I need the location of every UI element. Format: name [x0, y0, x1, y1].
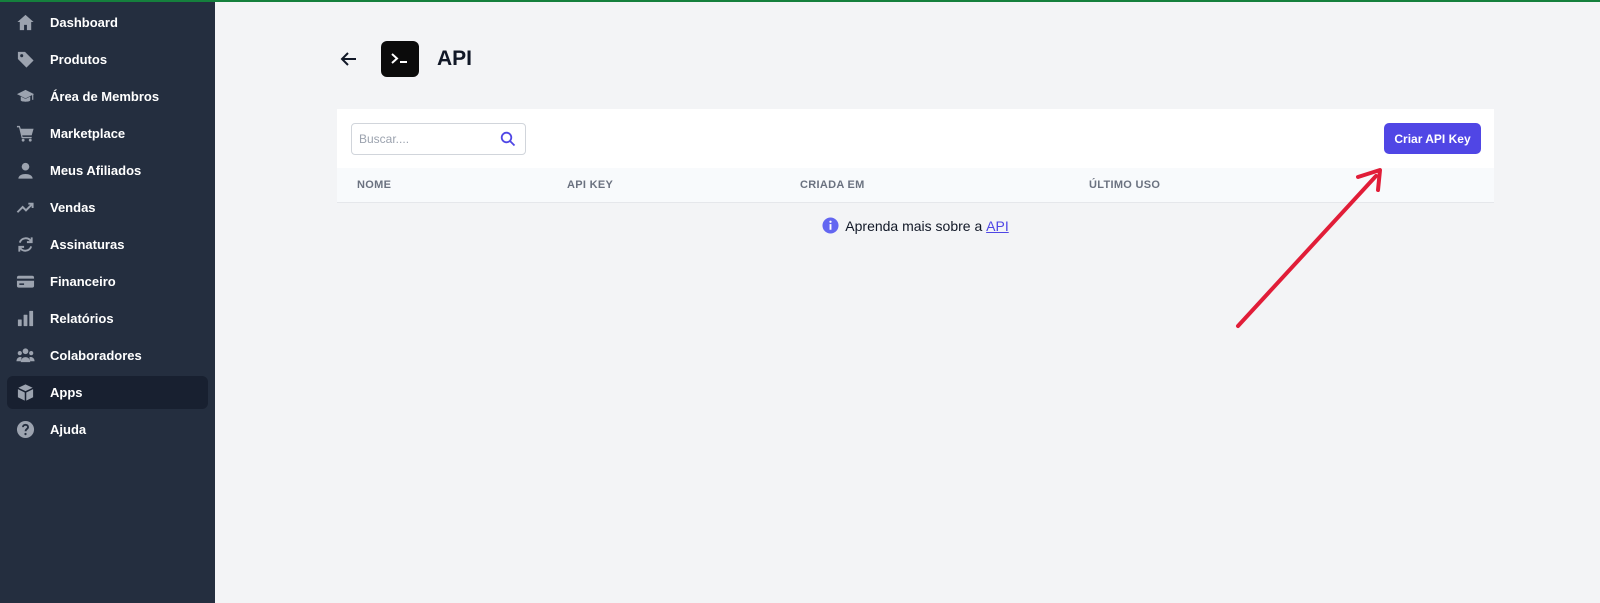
- search-box: [351, 123, 526, 155]
- info-text: Aprenda mais sobre a: [845, 217, 983, 234]
- page-header: API: [337, 40, 472, 78]
- sidebar-item-label: Dashboard: [50, 15, 118, 30]
- sidebar-item-label: Marketplace: [50, 126, 126, 141]
- sidebar-item-dashboard[interactable]: Dashboard: [7, 6, 208, 39]
- sidebar-item-label: Colaboradores: [50, 348, 142, 363]
- sidebar-item-financeiro[interactable]: Financeiro: [7, 265, 208, 298]
- terminal-icon: [381, 41, 419, 77]
- column-header-ultimo-uso[interactable]: ÚLTIMO USO: [1089, 179, 1160, 191]
- sidebar-item-label: Produtos: [50, 52, 108, 67]
- create-api-key-button[interactable]: Criar API Key: [1384, 123, 1481, 154]
- users-icon: [15, 346, 35, 366]
- search-input[interactable]: [352, 124, 499, 154]
- cube-icon: [15, 383, 35, 403]
- user-icon: [15, 161, 35, 181]
- sidebar-item-label: Apps: [50, 385, 83, 400]
- sidebar-item-vendas[interactable]: Vendas: [7, 191, 208, 224]
- info-icon: [822, 217, 839, 234]
- sidebar-item-relatorios[interactable]: Relatórios: [7, 302, 208, 335]
- sidebar-item-label: Meus Afiliados: [50, 163, 142, 178]
- main-content: API Criar API Key NOME API KEY CRIADA EM…: [215, 0, 1600, 603]
- sidebar-item-label: Ajuda: [50, 422, 87, 437]
- sidebar-item-marketplace[interactable]: Marketplace: [7, 117, 208, 150]
- sidebar-item-colaboradores[interactable]: Colaboradores: [7, 339, 208, 372]
- sidebar-item-assinaturas[interactable]: Assinaturas: [7, 228, 208, 261]
- bar-chart-icon: [15, 309, 35, 329]
- page-title: API: [437, 47, 473, 70]
- sidebar-item-ajuda[interactable]: Ajuda: [7, 413, 208, 446]
- cart-icon: [15, 124, 35, 144]
- top-accent-line: [0, 0, 1600, 2]
- sidebar: Dashboard Produtos Área de Membros Marke…: [0, 0, 215, 603]
- api-keys-card: Criar API Key NOME API KEY CRIADA EM ÚLT…: [337, 109, 1494, 234]
- info-message: Aprenda mais sobre a API: [337, 217, 1494, 234]
- sidebar-item-apps[interactable]: Apps: [7, 376, 208, 409]
- sidebar-item-label: Relatórios: [50, 311, 114, 326]
- card-toolbar: Criar API Key: [337, 109, 1494, 168]
- api-docs-link[interactable]: API: [986, 218, 1009, 234]
- table-header: NOME API KEY CRIADA EM ÚLTIMO USO: [337, 168, 1494, 203]
- credit-card-icon: [15, 272, 35, 292]
- home-icon: [15, 13, 35, 33]
- graduation-cap-icon: [15, 87, 35, 107]
- sidebar-item-area-de-membros[interactable]: Área de Membros: [7, 80, 208, 113]
- refresh-icon: [15, 235, 35, 255]
- column-header-nome[interactable]: NOME: [357, 179, 391, 191]
- tag-icon: [15, 50, 35, 70]
- sidebar-item-label: Financeiro: [50, 274, 116, 289]
- sidebar-item-label: Assinaturas: [50, 237, 125, 252]
- arrow-left-icon: [340, 52, 356, 66]
- sidebar-item-produtos[interactable]: Produtos: [7, 43, 208, 76]
- sidebar-item-label: Vendas: [50, 200, 96, 215]
- search-icon[interactable]: [500, 131, 516, 147]
- help-circle-icon: [15, 420, 35, 440]
- sidebar-item-meus-afiliados[interactable]: Meus Afiliados: [7, 154, 208, 187]
- column-header-api-key[interactable]: API KEY: [567, 179, 613, 191]
- sidebar-item-label: Área de Membros: [50, 89, 160, 104]
- column-header-criada-em[interactable]: CRIADA EM: [800, 179, 865, 191]
- trending-up-icon: [15, 198, 35, 218]
- back-button[interactable]: [337, 47, 361, 71]
